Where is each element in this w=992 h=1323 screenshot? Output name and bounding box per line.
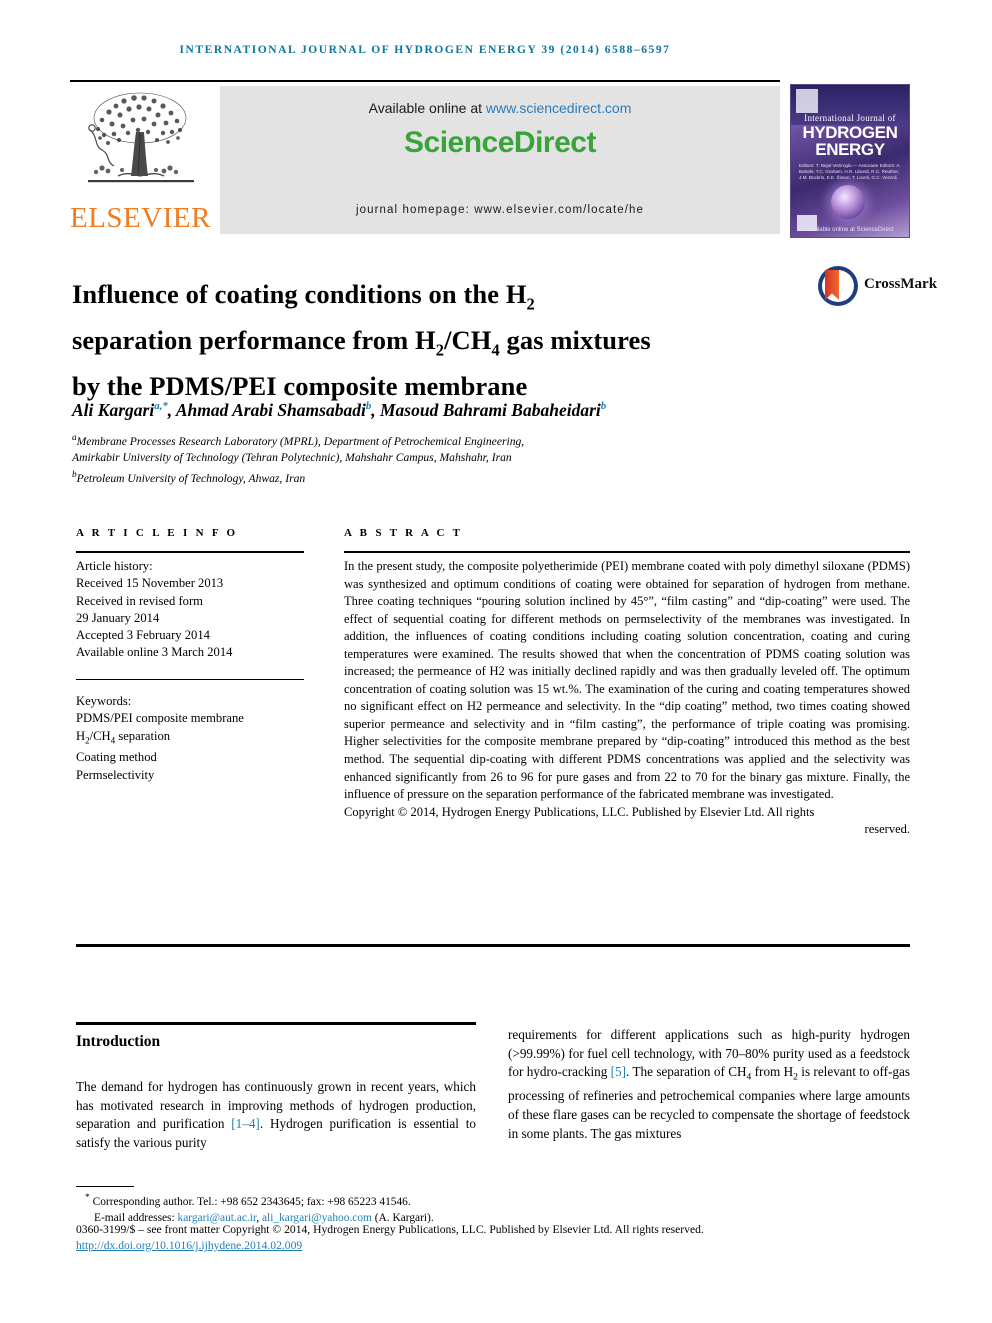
article-history-item-2: 29 January 2014 [76,610,160,625]
crossmark-label: CrossMark [864,276,938,292]
journal-cover-image: International Journal of HYDROGEN ENERGY… [790,84,910,238]
available-online-line: Available online at www.sciencedirect.co… [220,100,780,116]
abstract-rule [344,551,910,553]
sciencedirect-logo: ScienceDirect [404,126,596,159]
author-marks-3: b [600,400,607,413]
journal-homepage-line[interactable]: journal homepage: www.elsevier.com/locat… [220,204,780,216]
title-sub-h2-b: 2 [435,340,445,360]
article-history-item-0: Received 15 November 2013 [76,576,224,591]
affiliation-a-line2: Amirkabir University of Technology (Tehr… [72,451,512,465]
title-part-3: /CH [444,325,492,356]
footnote-block: * Corresponding author. Tel.: +98 652 23… [76,1190,916,1226]
keyword-item-3: Permselectivity [76,767,155,782]
author-name-3: Masoud Bahrami Babaheidari [380,400,601,420]
introduction-left-column: The demand for hydrogen has continuously… [76,1078,476,1152]
page-title: Influence of coating conditions on the H… [72,276,792,405]
author-name-1: Ali Kargari [72,400,155,420]
keywords-rule [76,679,304,681]
masthead: ELSEVIER Available online at www.science… [70,86,780,234]
article-info-rule [76,551,304,553]
title-part-2: separation performance from H [72,325,436,356]
article-info-heading: A R T I C L E I N F O [76,527,238,539]
author-list: Ali Kargaria,*, Ahmad Arabi Shamsabadib,… [72,400,607,420]
footnote-rule [76,1186,134,1188]
corresponding-author-marker: * [85,1193,90,1203]
elsevier-wordmark: ELSEVIER [70,202,211,234]
corresponding-author-line: * Corresponding author. Tel.: +98 652 23… [76,1190,916,1210]
keyword-item-1: H2/CH4 separation [76,728,171,746]
sciencedirect-link[interactable]: www.sciencedirect.com [486,100,632,116]
cover-editors-text: Editors: T. Nejat Veziroglu — Associate … [799,163,901,180]
author-marks-1: a,* [154,400,168,413]
affiliation-list: aMembrane Processes Research Laboratory … [72,430,862,487]
citation-ref-5[interactable]: [5] [611,1064,626,1079]
abstract-copyright: Copyright © 2014, Hydrogen Energy Public… [344,804,815,819]
elsevier-tree-icon [88,92,194,183]
abstract-bottom-rule [76,944,910,947]
keywords-label: Keywords: [76,694,132,708]
cover-small-title: International Journal of [804,113,896,123]
keyword-item-0: PDMS/PEI composite membrane [76,711,244,726]
running-head: International Journal of Hydrogen Energy… [179,44,671,56]
issn-copyright-line: 0360-3199/$ – see front matter Copyright… [76,1223,704,1236]
cover-large-title: HYDROGEN ENERGY [795,124,905,158]
journal-article-page: International Journal of Hydrogen Energy… [0,0,992,1323]
introduction-heading: Introduction [76,1033,161,1050]
affiliation-a-line1: Membrane Processes Research Laboratory (… [76,434,525,448]
masthead-top-rule [70,80,780,82]
title-part-1: Influence of coating conditions on the H [72,278,527,309]
cover-elsevier-mark [796,89,818,113]
author-marks-2: b [365,400,372,413]
crossmark-badge[interactable]: CrossMark [818,266,937,308]
elsevier-logo-block: ELSEVIER [70,86,212,234]
author-name-2: Ahmad Arabi Shamsabadi [175,400,366,420]
introduction-rule [76,1022,476,1025]
title-part-5: by the PDMS/PEI composite membrane [72,371,528,402]
intro-right-text-mid: . The separation of CH [626,1064,747,1080]
article-history-label: Article history: [76,559,153,573]
abstract-text: In the present study, the composite poly… [344,559,910,802]
cover-title-line2: ENERGY [815,140,885,159]
introduction-right-column: requirements for different applications … [508,1026,910,1143]
doi-link[interactable]: http://dx.doi.org/10.1016/j.ijhydene.201… [76,1239,302,1252]
title-part-4: gas mixtures [499,325,651,356]
keyword-item-2: Coating method [76,750,157,765]
article-history: Article history: Received 15 November 20… [76,558,316,662]
article-history-item-4: Available online 3 March 2014 [76,645,233,660]
citation-ref-1-4[interactable]: [1–4] [231,1116,260,1131]
sciencedirect-banner: Available online at www.sciencedirect.co… [220,86,780,234]
cover-sphere-graphic [831,185,865,219]
title-sub-h2-a: 2 [526,294,535,314]
abstract-body: In the present study, the composite poly… [344,558,910,839]
corresponding-author-text: Corresponding author. Tel.: +98 652 2343… [92,1195,411,1208]
title-sub-ch4: 4 [491,340,500,360]
cover-footer-text: Available online at ScienceDirect [806,227,894,233]
keywords-block: Keywords: PDMS/PEI composite membrane H2… [76,693,316,784]
intro-right-text-mid2: from H [751,1064,794,1080]
article-history-item-1: Received in revised form [76,593,203,608]
affiliation-b-line1: Petroleum University of Technology, Ahwa… [76,471,306,485]
available-online-text: Available online at [368,100,486,116]
abstract-copyright-last: reserved. [864,822,910,837]
crossmark-icon [818,266,858,306]
article-history-item-3: Accepted 3 February 2014 [76,628,210,643]
abstract-heading: A B S T R A C T [344,527,463,539]
